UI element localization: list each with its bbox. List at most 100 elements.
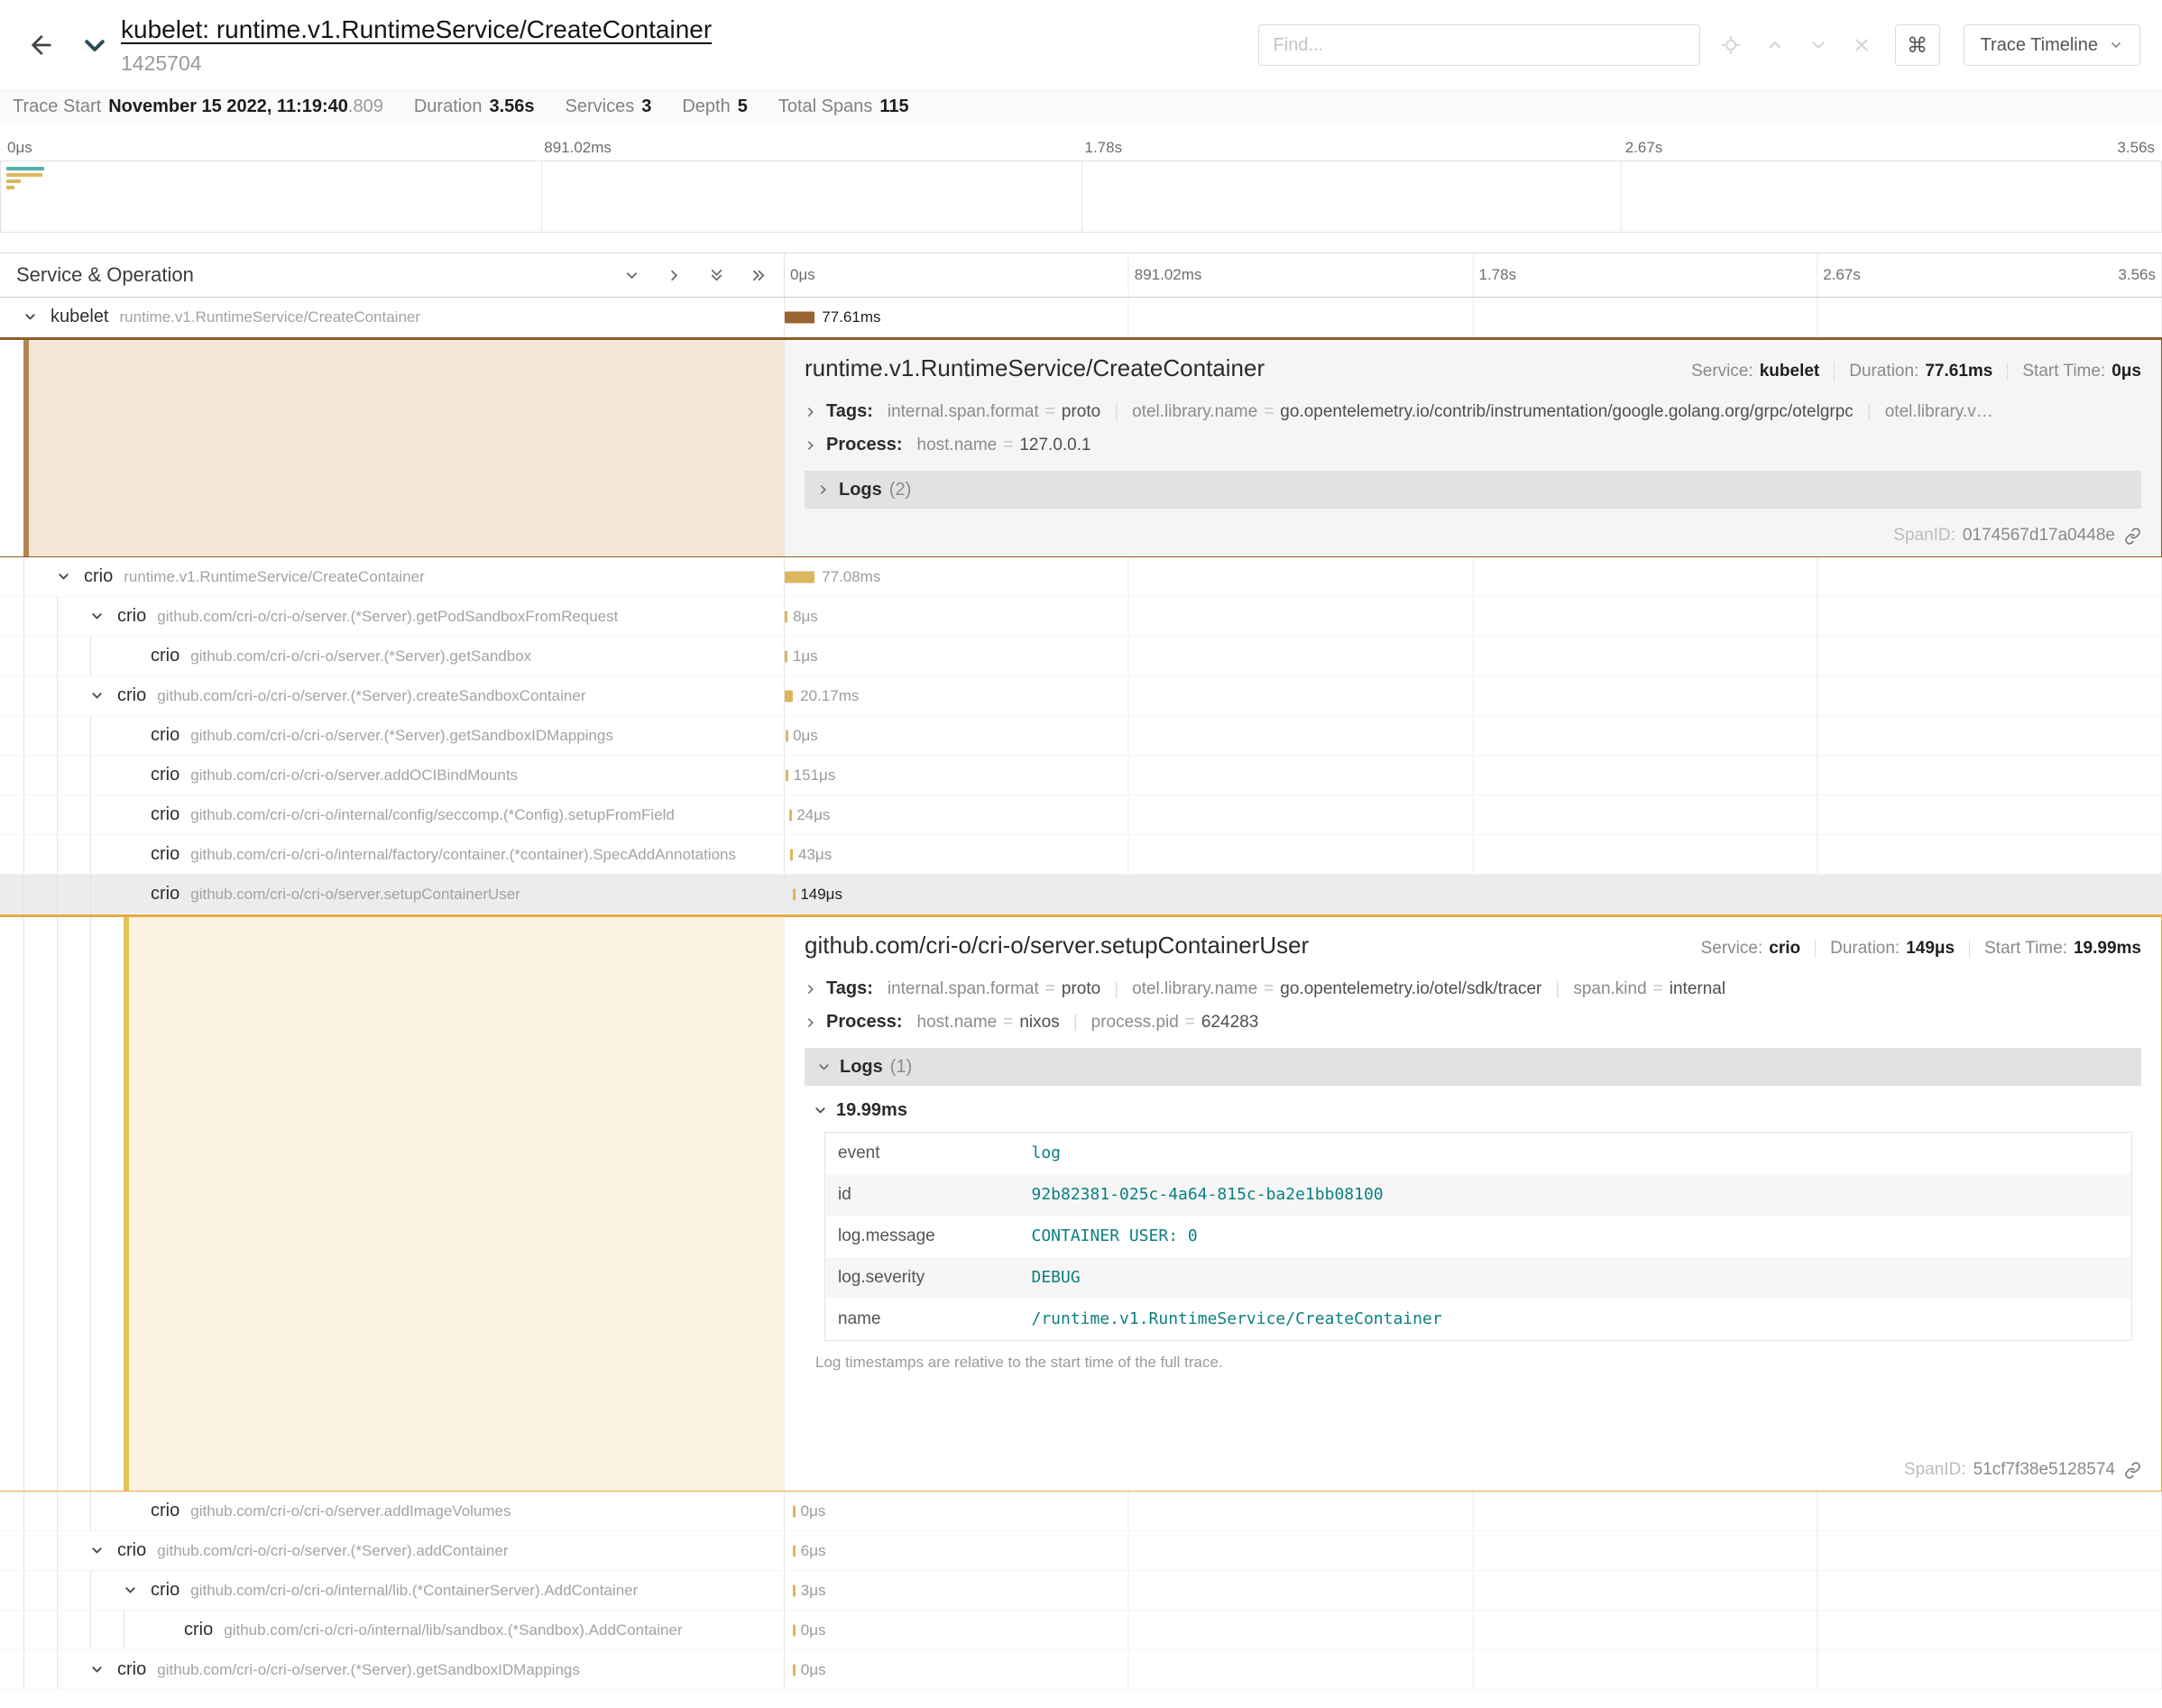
span-duration-bar[interactable] [785,690,793,702]
span-row[interactable]: criogithub.com/cri-o/cri-o/internal/fact… [0,835,2162,875]
span-row[interactable]: criogithub.com/cri-o/cri-o/server.(*Serv… [0,637,2162,676]
span-row[interactable]: criogithub.com/cri-o/cri-o/server.(*Serv… [0,676,2162,716]
tags-row[interactable]: Tags:internal.span.format=proto|otel.lib… [805,978,2141,999]
indent-guide [23,1650,57,1689]
span-duration-bar[interactable] [793,1584,796,1596]
trace-view-selector[interactable]: Trace Timeline [1964,24,2140,66]
logs-toggle[interactable]: Logs(1) [805,1048,2141,1086]
span-row[interactable]: criogithub.com/cri-o/cri-o/server.(*Serv… [0,716,2162,756]
span-color-fill [129,917,785,1491]
span-id-value: 0174567d17a0448e [1963,526,2115,546]
indent-guide [90,1492,124,1530]
span-row[interactable]: criogithub.com/cri-o/cri-o/server.addOCI… [0,756,2162,795]
span-row[interactable]: criogithub.com/cri-o/cri-o/server.setupC… [0,875,2162,914]
log-field-row: name/runtime.v1.RuntimeService/CreateCon… [825,1299,2132,1341]
span-children-toggle[interactable] [90,1531,117,1570]
chevron-right-icon [805,406,817,418]
minimap-canvas[interactable] [0,161,2162,233]
span-duration-bar[interactable] [793,1545,796,1556]
service-name: kubelet [51,307,109,327]
operation-name: github.com/cri-o/cri-o/internal/lib.(*Co… [190,1582,638,1600]
chevron-right-icon [805,983,817,996]
expand-all-button[interactable] [750,267,768,284]
divider: | [1555,979,1559,999]
locate-icon[interactable] [1720,34,1742,56]
span-timeline-cell: 6μs [785,1531,2162,1570]
indent-guide [57,1650,90,1689]
tags-row[interactable]: Tags:internal.span.format=proto|otel.lib… [805,401,2141,422]
span-duration-bar[interactable] [789,809,792,821]
equals-sign: = [1653,979,1663,999]
log-timestamp-toggle[interactable]: 19.99ms [814,1100,2141,1121]
trace-id: 1425704 [121,51,712,76]
span-children-toggle[interactable] [90,597,117,636]
service-name: crio [151,1501,179,1521]
span-duration-bar[interactable] [793,1624,796,1636]
operation-name: github.com/cri-o/cri-o/server.setupConta… [190,886,520,904]
copy-link-button[interactable] [2124,528,2141,545]
find-input[interactable] [1258,24,1700,66]
axis-tick: 2.67s [1823,266,1861,284]
span-row[interactable]: criogithub.com/cri-o/cri-o/server.addIma… [0,1492,2162,1531]
tag-key: host.name [917,436,998,455]
log-fields-table: eventlogid92b82381-025c-4a64-815c-ba2e1b… [824,1132,2132,1341]
span-name-column: criogithub.com/cri-o/cri-o/internal/lib/… [0,1611,785,1649]
clear-search-icon[interactable] [1852,35,1872,55]
span-duration-bar[interactable] [793,888,796,900]
span-duration-label: 77.61ms [822,308,880,326]
back-button[interactable] [22,25,61,65]
span-row[interactable]: criogithub.com/cri-o/cri-o/server.(*Serv… [0,1650,2162,1690]
process-row[interactable]: Process:host.name=nixos|process.pid=6242… [805,1012,2141,1033]
log-field-key: event [825,1133,1019,1175]
span-row[interactable]: criogithub.com/cri-o/cri-o/internal/lib.… [0,1571,2162,1611]
collapse-all-button[interactable] [708,267,725,284]
span-detail-title: github.com/cri-o/cri-o/server.setupConta… [805,932,1309,960]
process-row[interactable]: Process:host.name=127.0.0.1 [805,435,2141,455]
span-duration-bar[interactable] [790,849,793,860]
trace-title-link[interactable]: kubelet: runtime.v1.RuntimeService/Creat… [121,15,712,44]
span-duration-bar[interactable] [786,769,788,781]
span-duration-bar[interactable] [785,650,787,662]
expand-one-button[interactable] [666,267,683,284]
span-row[interactable]: crioruntime.v1.RuntimeService/CreateCont… [0,557,2162,597]
collapse-one-button[interactable] [623,267,640,284]
span-children-toggle[interactable] [90,676,117,715]
chevron-down-icon [817,1061,831,1074]
divider [1815,940,1816,958]
span-row[interactable]: criogithub.com/cri-o/cri-o/server.(*Serv… [0,597,2162,637]
span-duration-bar[interactable] [785,571,814,583]
span-duration-bar[interactable] [793,1664,796,1676]
span-duration-bar[interactable] [793,1505,796,1517]
operation-name: github.com/cri-o/cri-o/server.(*Server).… [190,727,613,745]
span-duration-bar[interactable] [785,611,787,622]
next-result-icon[interactable] [1808,35,1828,55]
logs-toggle[interactable]: Logs(2) [805,471,2141,509]
span-duration-label: 6μs [801,1542,826,1560]
keyboard-shortcuts-button[interactable]: ⌘ [1895,24,1940,66]
prev-result-icon[interactable] [1765,35,1785,55]
service-name: crio [84,566,113,587]
span-row[interactable]: kubeletruntime.v1.RuntimeService/CreateC… [0,298,2162,337]
minimap-tick: 0μs [7,139,32,157]
log-field-row: eventlog [825,1133,2132,1175]
span-duration-bar[interactable] [785,311,814,323]
span-children-toggle[interactable] [124,1571,151,1610]
span-row[interactable]: criogithub.com/cri-o/cri-o/internal/lib/… [0,1611,2162,1650]
span-timeline-cell: 0μs [785,1611,2162,1649]
section-label: Tags: [826,978,873,999]
span-duration-bar[interactable] [786,730,788,741]
span-row[interactable]: criogithub.com/cri-o/cri-o/internal/conf… [0,795,2162,835]
span-children-toggle[interactable] [90,1650,117,1689]
detail-meta-start-time: Start Time:0μs [2022,362,2141,381]
span-children-toggle[interactable] [23,298,51,336]
span-detail-title: runtime.v1.RuntimeService/CreateContaine… [805,354,1265,382]
log-field-key: name [825,1299,1019,1341]
span-row[interactable]: criogithub.com/cri-o/cri-o/server.(*Serv… [0,1531,2162,1571]
indent-guide [23,1611,57,1649]
span-children-toggle[interactable] [57,557,84,596]
axis-tick: 891.02ms [1135,266,1202,284]
copy-link-button[interactable] [2124,1462,2141,1479]
collapse-trace-chevron[interactable] [81,32,108,59]
indent-guide [57,676,90,715]
equals-sign: = [1045,979,1055,999]
